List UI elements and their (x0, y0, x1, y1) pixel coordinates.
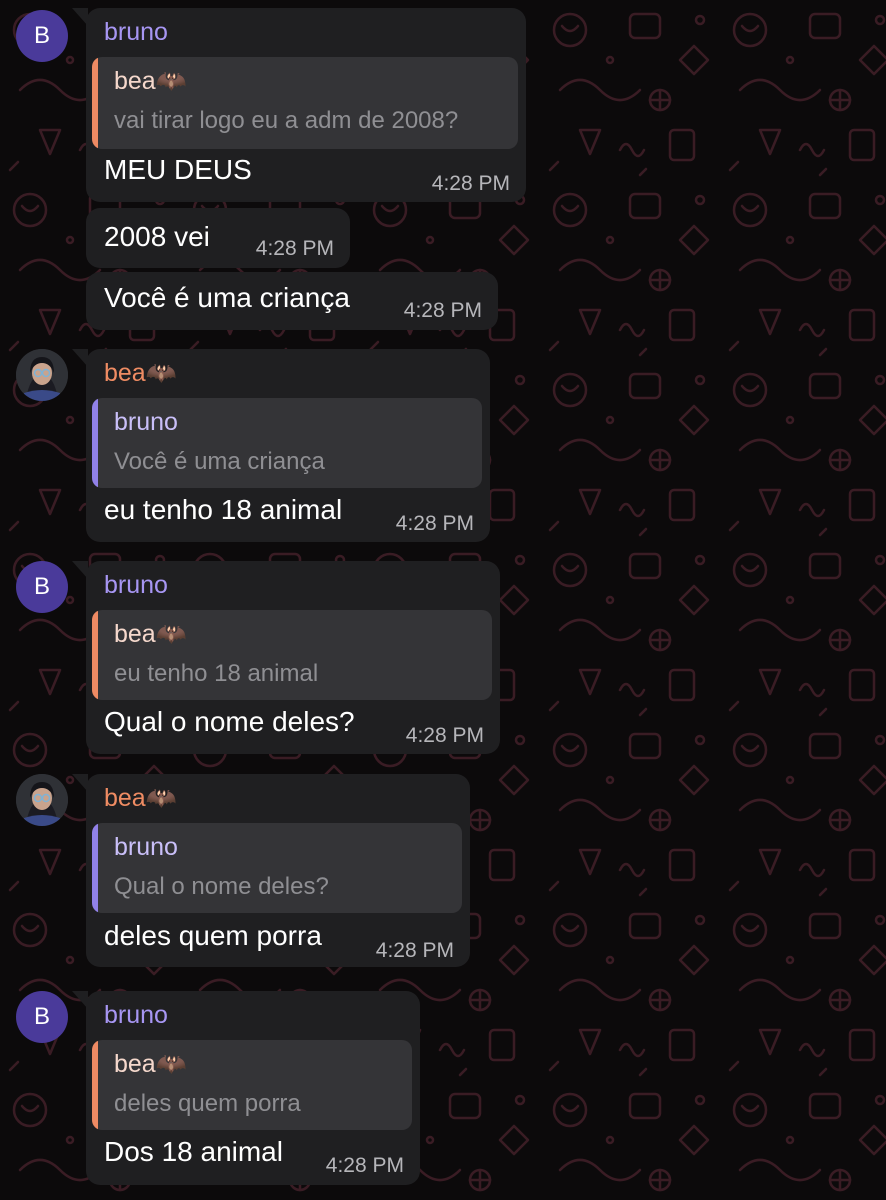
message-bubble[interactable]: Você é uma criança 4:28 PM (86, 272, 498, 330)
sender-name: bruno (104, 18, 168, 46)
profile-photo-icon (16, 774, 68, 826)
avatar-bruno[interactable]: B (16, 561, 68, 613)
quote-accent-bar (92, 610, 98, 700)
message-bubble[interactable]: bea🦇 bruno Qual o nome deles? deles quem… (72, 774, 470, 967)
quoted-reply[interactable]: bea🦇 deles quem porra (92, 1040, 412, 1130)
message-bubble[interactable]: bruno bea🦇 vai tirar logo eu a adm de 20… (72, 8, 526, 202)
quoted-author: bea (114, 620, 156, 648)
chat-message-list[interactable]: B bruno bea🦇 vai tirar logo eu a adm de … (0, 0, 886, 1200)
quoted-text: Qual o nome deles? (114, 873, 329, 900)
profile-photo-icon (16, 349, 68, 401)
message-text: Dos 18 animal (104, 1136, 283, 1167)
message-bubble[interactable]: bruno bea🦇 deles quem porra Dos 18 anima… (72, 991, 420, 1185)
quoted-text: Você é uma criança (114, 448, 325, 475)
message-time: 4:28 PM (375, 939, 454, 962)
message-text: MEU DEUS (104, 154, 252, 185)
quoted-text: vai tirar logo eu a adm de 2008? (114, 107, 459, 134)
avatar-bruno[interactable]: B (16, 991, 68, 1043)
message-time: 4:28 PM (405, 724, 484, 747)
avatar-bea[interactable] (16, 349, 68, 401)
avatar-letter: B (33, 573, 50, 600)
sender-name: bruno (104, 1001, 168, 1029)
message-time: 4:28 PM (403, 299, 482, 322)
message-text: eu tenho 18 animal (104, 494, 343, 525)
message-bubble[interactable]: bruno bea🦇 eu tenho 18 animal Qual o nom… (72, 561, 500, 754)
sender-name: bea (104, 359, 146, 387)
avatar-letter: B (33, 1003, 50, 1030)
message-text: Qual o nome deles? (104, 706, 355, 737)
quoted-reply[interactable]: bruno Qual o nome deles? (92, 823, 462, 913)
avatar-bruno[interactable]: B (16, 10, 68, 62)
bat-emoji: 🦇 (145, 359, 177, 387)
quote-accent-bar (92, 823, 98, 913)
quote-accent-bar (92, 398, 98, 488)
quote-accent-bar (92, 57, 98, 149)
message-text: deles quem porra (104, 920, 322, 951)
bat-emoji: 🦇 (145, 784, 177, 812)
quoted-text: eu tenho 18 animal (114, 660, 319, 687)
quoted-author: bruno (114, 833, 178, 861)
message-bubble[interactable]: bea🦇 bruno Você é uma criança eu tenho 1… (72, 349, 490, 542)
message-time: 4:28 PM (431, 172, 510, 195)
quote-accent-bar (92, 1040, 98, 1130)
message-text: 2008 vei (104, 221, 210, 252)
quoted-reply[interactable]: bea🦇 vai tirar logo eu a adm de 2008? (92, 57, 518, 149)
quoted-author: bea (114, 67, 156, 95)
bat-emoji: 🦇 (155, 67, 187, 95)
message-text: Você é uma criança (104, 282, 350, 313)
message-bubble[interactable]: 2008 vei 4:28 PM (86, 208, 350, 268)
quoted-text: deles quem porra (114, 1090, 301, 1117)
quoted-author: bea (114, 1050, 156, 1078)
sender-name: bruno (104, 571, 168, 599)
quoted-author: bruno (114, 408, 178, 436)
avatar-letter: B (33, 22, 50, 49)
avatar-bea[interactable] (16, 774, 68, 826)
quoted-reply[interactable]: bea🦇 eu tenho 18 animal (92, 610, 492, 700)
message-time: 4:28 PM (255, 237, 334, 260)
message-time: 4:28 PM (325, 1154, 404, 1177)
bat-emoji: 🦇 (155, 1050, 187, 1078)
message-time: 4:28 PM (395, 512, 474, 535)
sender-name: bea (104, 784, 146, 812)
quoted-reply[interactable]: bruno Você é uma criança (92, 398, 482, 488)
bat-emoji: 🦇 (155, 620, 187, 648)
